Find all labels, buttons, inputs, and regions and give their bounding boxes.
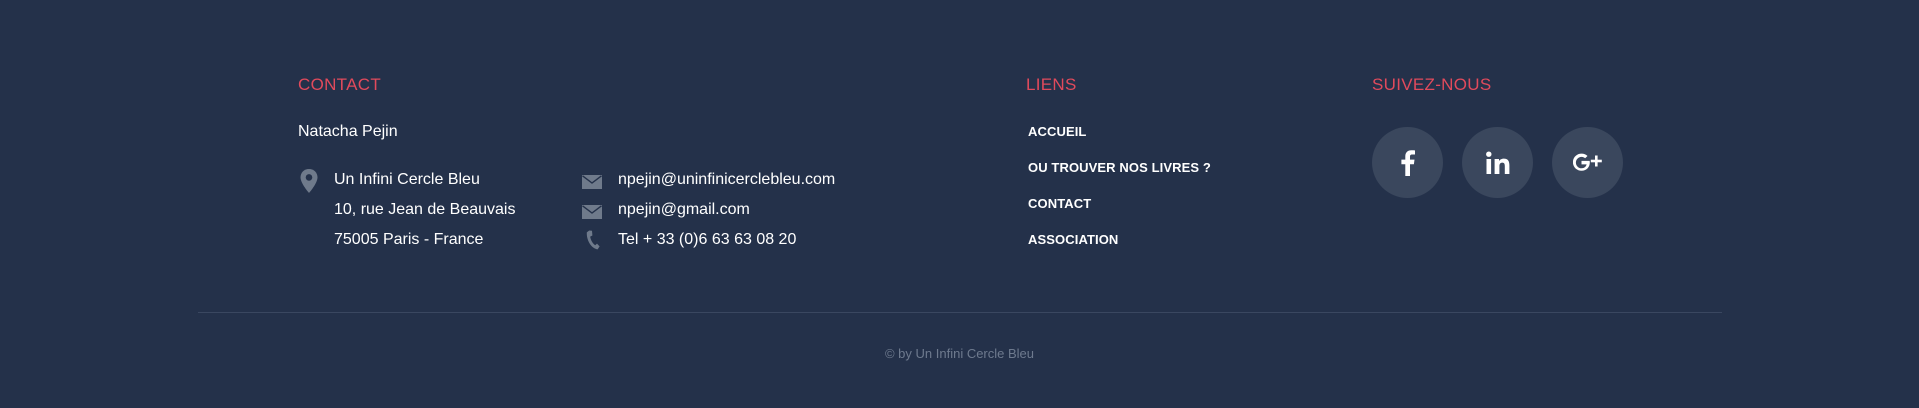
address-line-2: 10, rue Jean de Beauvais [334,201,516,218]
phone-link[interactable]: Tel + 33 (0)6 63 63 08 20 [618,230,796,250]
nav-link-accueil[interactable]: ACCUEIL [1028,124,1086,139]
facebook-button[interactable] [1372,127,1443,198]
email-link-secondary[interactable]: npejin@gmail.com [618,200,750,220]
google-plus-button[interactable] [1552,127,1623,198]
nav-link-contact[interactable]: CONTACT [1028,196,1091,211]
facebook-icon [1400,149,1415,176]
linkedin-icon [1485,151,1510,175]
linkedin-button[interactable] [1462,127,1533,198]
copyright-text: © by Un Infini Cercle Bleu [884,346,1035,361]
mail-icon [582,205,602,224]
nav-link-association[interactable]: ASSOCIATION [1028,232,1118,247]
nav-link-ou-trouver-nos-livres[interactable]: OU TROUVER NOS LIVRES ? [1028,160,1211,175]
address-line-3: 75005 Paris - France [334,231,484,248]
address-line-1: Un Infini Cercle Bleu [334,171,480,188]
email-link-primary[interactable]: npejin@uninfinicerclebleu.com [618,170,835,190]
contact-heading: CONTACT [298,75,381,94]
mail-icon [582,175,602,194]
social-heading: SUIVEZ-NOUS [1372,75,1492,94]
google-plus-icon [1572,151,1603,175]
footer-divider [198,312,1722,313]
map-pin-icon [300,169,318,198]
phone-icon [586,230,600,255]
links-heading: LIENS [1026,75,1077,94]
contact-name: Natacha Pejin [298,123,398,140]
